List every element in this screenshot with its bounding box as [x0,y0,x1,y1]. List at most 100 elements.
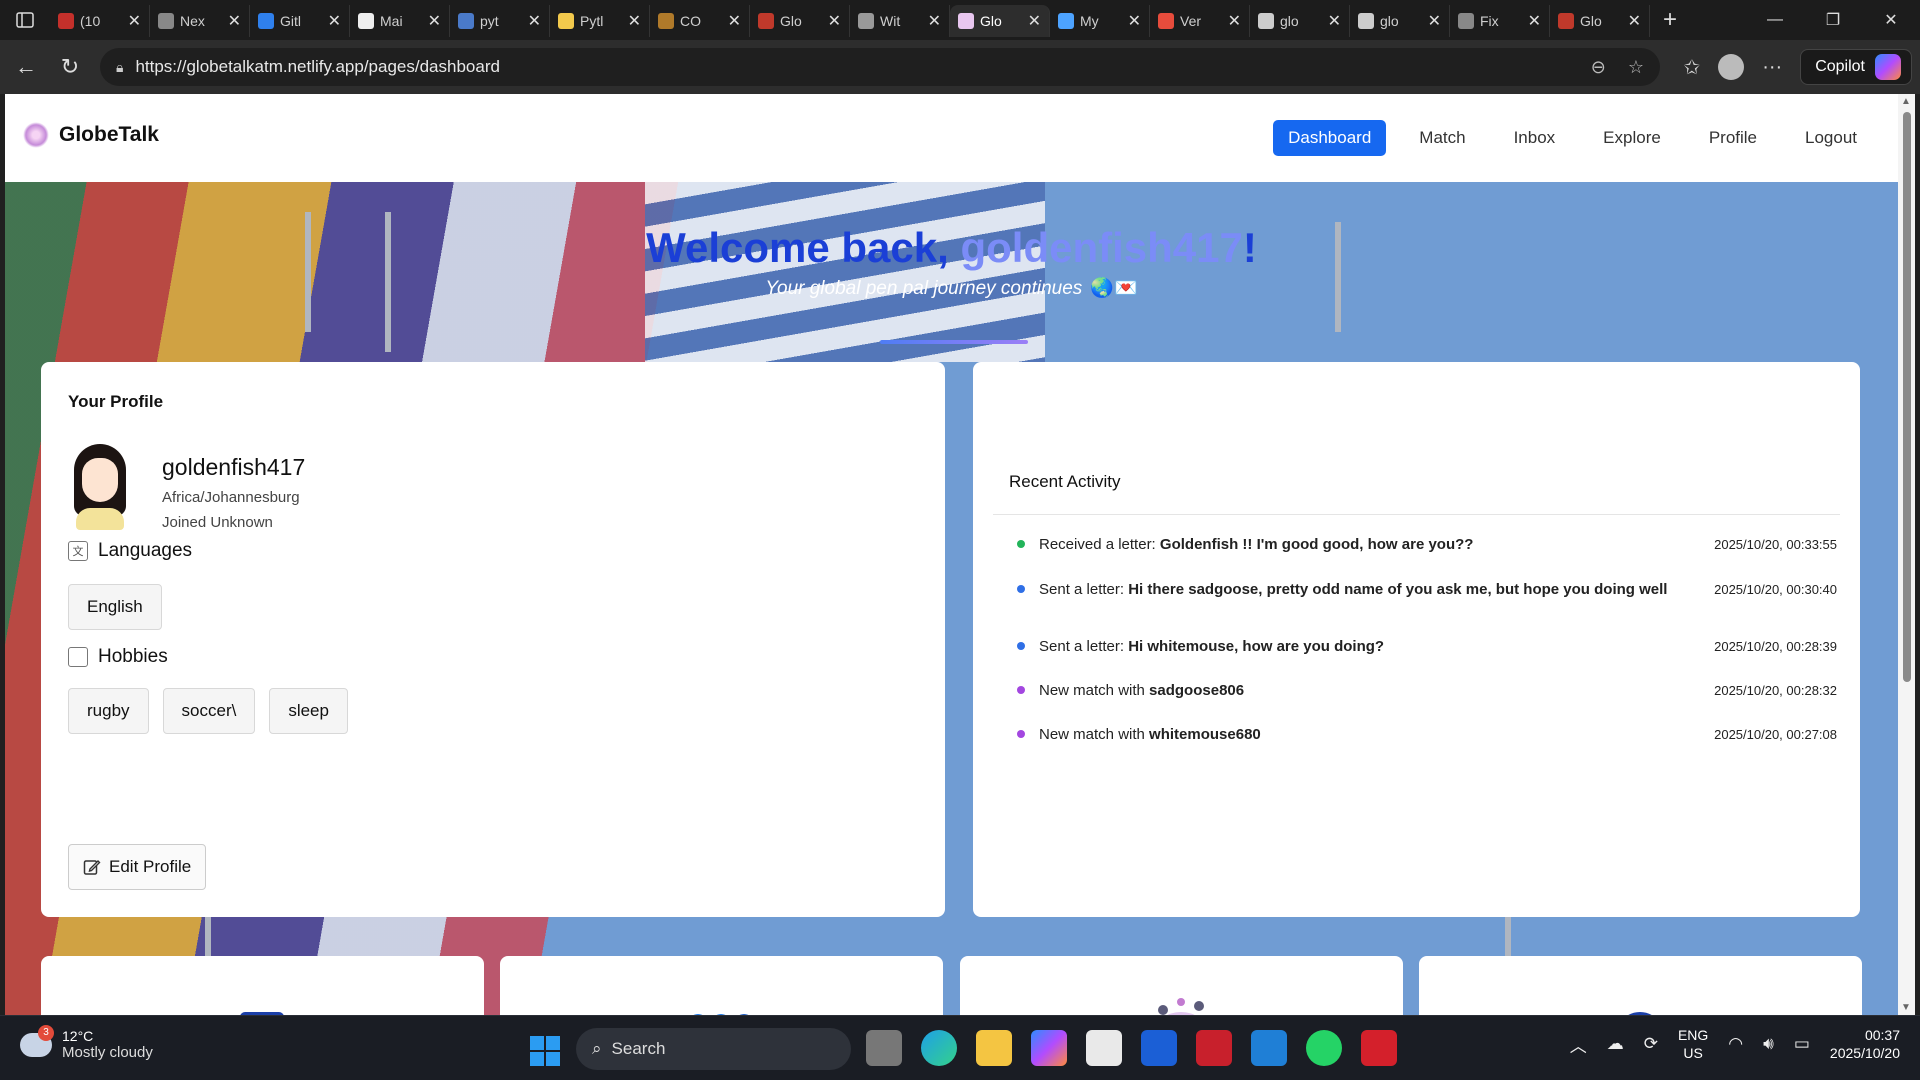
activity-item[interactable]: Sent a letter: Hi there sadgoose, pretty… [1017,566,1837,612]
browser-tab[interactable]: glo ✕ [1350,5,1450,37]
pinned-apps [866,1030,1397,1066]
feature-card-timezone[interactable] [1419,956,1862,1015]
activity-item[interactable]: Received a letter: Goldenfish !! I'm goo… [1017,532,1837,556]
close-window-button[interactable]: ✕ [1862,0,1920,40]
task-view-icon[interactable] [866,1030,902,1066]
whatsapp-icon[interactable] [1306,1030,1342,1066]
tab-close-icon[interactable]: ✕ [228,11,241,31]
tab-favicon-icon [1358,13,1374,29]
language-indicator[interactable]: ENG US [1678,1026,1708,1062]
nav-link-explore[interactable]: Explore [1588,120,1676,156]
page-scrollbar[interactable]: ▲ ▼ [1898,94,1915,1015]
browser-tab[interactable]: Gitl ✕ [250,5,350,37]
feature-card-community[interactable] [960,956,1403,1015]
activity-timestamp: 2025/10/20, 00:28:32 [1714,682,1837,698]
edge-browser-icon[interactable] [921,1030,957,1066]
tab-title: (10 [80,13,101,29]
restore-button[interactable]: ❐ [1804,0,1862,40]
volume-icon[interactable]: 🔊︎ [1763,1034,1774,1054]
scroll-down-icon[interactable]: ▼ [1901,1002,1911,1013]
scroll-up-icon[interactable]: ▲ [1901,96,1911,107]
browser-tab[interactable]: glo ✕ [1250,5,1350,37]
tab-close-icon[interactable]: ✕ [1228,11,1241,31]
activity-item[interactable]: New match with whitemouse680 2025/10/20, … [1017,722,1837,746]
file-explorer-icon[interactable] [976,1030,1012,1066]
brand[interactable]: GlobeTalk [23,122,159,148]
tray-overflow-icon[interactable]: ︿ [1570,1032,1587,1057]
tab-close-icon[interactable]: ✕ [128,11,141,31]
welcome-heading: Welcome back, goldenfish417! [5,224,1898,272]
copilot-button[interactable]: Copilot [1800,49,1912,85]
feature-card-chat[interactable] [500,956,943,1015]
taskbar-search[interactable]: ⌕ Search [576,1028,851,1070]
scrollbar-thumb[interactable] [1903,112,1911,682]
browser-tab[interactable]: CO ✕ [650,5,750,37]
onedrive-icon[interactable]: ☁ [1607,1034,1624,1054]
nav-link-dashboard[interactable]: Dashboard [1273,120,1387,156]
acrobat-icon[interactable] [1361,1030,1397,1066]
browser-tab[interactable]: pyt ✕ [450,5,550,37]
start-button[interactable] [530,1036,560,1066]
more-menu-icon[interactable]: ··· [1762,56,1782,79]
new-tab-button[interactable]: + [1650,6,1690,34]
browser-tab[interactable]: Nex ✕ [150,5,250,37]
tab-close-icon[interactable]: ✕ [928,11,941,31]
activity-item[interactable]: Sent a letter: Hi whitemouse, how are yo… [1017,634,1837,658]
azure-icon[interactable] [1141,1030,1177,1066]
tab-close-icon[interactable]: ✕ [828,11,841,31]
store-icon[interactable] [1086,1030,1122,1066]
tab-close-icon[interactable]: ✕ [728,11,741,31]
tab-title: Mai [380,13,403,29]
browser-tab[interactable]: Mai ✕ [350,5,450,37]
vscode-icon[interactable] [1251,1030,1287,1066]
tab-close-icon[interactable]: ✕ [1328,11,1341,31]
browser-tab[interactable]: My ✕ [1050,5,1150,37]
minimize-button[interactable]: — [1746,0,1804,40]
nav-link-inbox[interactable]: Inbox [1499,120,1571,156]
browser-tab-bar: (10 ✕ Nex ✕ Gitl ✕ Mai ✕ pyt ✕ Pytl ✕ CO ✕ Glo ✕ Wit ✕ Glo… [0,0,1920,40]
sync-icon[interactable]: ⟳ [1644,1034,1658,1054]
browser-tab[interactable]: Wit ✕ [850,5,950,37]
window-controls: — ❐ ✕ [1746,0,1920,40]
browser-tab[interactable]: Fix ✕ [1450,5,1550,37]
nav-link-profile[interactable]: Profile [1694,120,1772,156]
tab-close-icon[interactable]: ✕ [628,11,641,31]
copilot-app-icon[interactable] [1031,1030,1067,1066]
zoom-icon[interactable]: ⊖ [1591,57,1606,78]
back-button[interactable]: ← [4,45,48,89]
tab-close-icon[interactable]: ✕ [428,11,441,31]
favorites-icon[interactable]: ✩ [1683,55,1700,80]
tab-close-icon[interactable]: ✕ [1528,11,1541,31]
flag-decoration [645,182,1045,362]
browser-tab[interactable]: (10 ✕ [50,5,150,37]
profile-avatar-icon[interactable] [1718,54,1745,80]
tab-close-icon[interactable]: ✕ [1128,11,1141,31]
browser-tab[interactable]: Glo ✕ [750,5,850,37]
clock[interactable]: 00:37 2025/10/20 [1830,1026,1900,1062]
url-bar[interactable]: 🔒︎ https://globetalkatm.netlify.app/page… [100,48,1660,86]
profile-info: goldenfish417 Africa/Johannesburg Joined… [162,444,305,531]
tab-close-icon[interactable]: ✕ [1628,11,1641,31]
tab-close-icon[interactable]: ✕ [328,11,341,31]
profile-card: Your Profile goldenfish417 Africa/Johann… [41,362,945,917]
feature-card-letters[interactable] [41,956,484,1015]
browser-tab[interactable]: Pytl ✕ [550,5,650,37]
browser-tab[interactable]: Glo ✕ [1550,5,1650,37]
tab-close-icon[interactable]: ✕ [528,11,541,31]
battery-icon[interactable]: ▭ [1794,1034,1810,1054]
activity-item[interactable]: New match with sadgoose806 2025/10/20, 00… [1017,678,1837,702]
edit-profile-button[interactable]: Edit Profile [68,844,207,890]
tab-close-icon[interactable]: ✕ [1028,11,1041,31]
browser-tab[interactable]: Ver ✕ [1150,5,1250,37]
tab-actions-button[interactable] [0,0,50,40]
favorite-star-icon[interactable]: ☆ [1628,57,1644,78]
tab-favicon-icon [558,13,574,29]
weather-widget[interactable]: 3 12°C Mostly cloudy [20,1024,153,1061]
nav-link-logout[interactable]: Logout [1790,120,1872,156]
nav-link-match[interactable]: Match [1404,120,1480,156]
refresh-button[interactable]: ↻ [48,45,92,89]
mcafee-icon[interactable] [1196,1030,1232,1066]
wifi-icon[interactable]: ◠ [1728,1034,1743,1054]
tab-close-icon[interactable]: ✕ [1428,11,1441,31]
browser-tab[interactable]: Glo ✕ [950,5,1050,37]
